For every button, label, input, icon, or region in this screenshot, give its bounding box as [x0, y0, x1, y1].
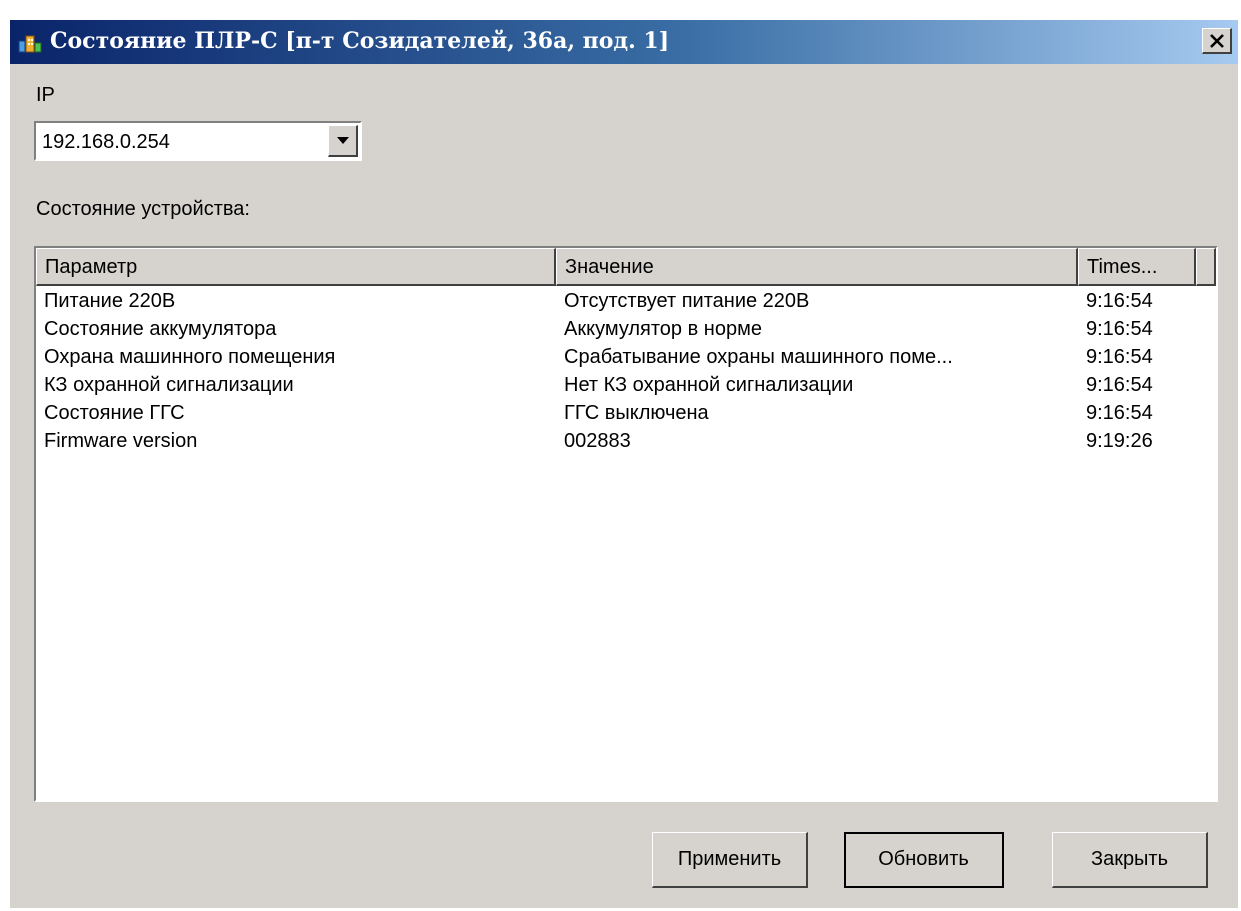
network-building-icon	[18, 31, 42, 53]
device-status-list[interactable]: Параметр Значение Times... Питание 220В …	[34, 246, 1218, 802]
row-param: Питание 220В	[44, 290, 176, 312]
row-time: 9:16:54	[1086, 374, 1153, 396]
column-header-time[interactable]: Times...	[1078, 248, 1196, 286]
list-row[interactable]: Firmware version 002883 9:19:26	[36, 428, 1216, 456]
row-value: Аккумулятор в норме	[564, 318, 762, 340]
refresh-button[interactable]: Обновить	[844, 832, 1004, 888]
list-row[interactable]: Охрана машинного помещения Срабатывание …	[36, 344, 1216, 372]
ip-select[interactable]: 192.168.0.254	[34, 121, 362, 161]
column-header-value[interactable]: Значение	[556, 248, 1078, 286]
row-time: 9:19:26	[1086, 430, 1153, 452]
row-value: 002883	[564, 430, 631, 452]
window-title: Состояние ПЛР-С [п-т Созидателей, 36а, п…	[50, 28, 670, 54]
row-value: Отсутствует питание 220В	[564, 290, 810, 312]
ip-dropdown-button[interactable]	[328, 125, 358, 157]
row-param: Охрана машинного помещения	[44, 346, 336, 368]
row-time: 9:16:54	[1086, 318, 1153, 340]
device-status-label: Состояние устройства:	[36, 198, 250, 220]
row-time: 9:16:54	[1086, 290, 1153, 312]
close-window-button[interactable]	[1202, 28, 1232, 54]
list-row[interactable]: Состояние аккумулятора Аккумулятор в нор…	[36, 316, 1216, 344]
row-value: ГГС выключена	[564, 402, 709, 424]
close-x-icon	[1210, 34, 1224, 48]
dialog-window: Состояние ПЛР-С [п-т Созидателей, 36а, п…	[10, 20, 1238, 908]
row-value: Срабатывание охраны машинного поме...	[564, 346, 953, 368]
list-body: Питание 220В Отсутствует питание 220В 9:…	[36, 288, 1216, 456]
list-row[interactable]: КЗ охранной сигнализации Нет КЗ охранной…	[36, 372, 1216, 400]
close-button[interactable]: Закрыть	[1052, 832, 1208, 888]
title-bar[interactable]: Состояние ПЛР-С [п-т Созидателей, 36а, п…	[10, 20, 1238, 64]
row-param: Firmware version	[44, 430, 198, 452]
column-header-param[interactable]: Параметр	[36, 248, 556, 286]
row-time: 9:16:54	[1086, 346, 1153, 368]
ip-label: IP	[36, 84, 55, 106]
row-param: Состояние аккумулятора	[44, 318, 277, 340]
row-time: 9:16:54	[1086, 402, 1153, 424]
ip-select-value: 192.168.0.254	[42, 131, 170, 153]
list-row[interactable]: Питание 220В Отсутствует питание 220В 9:…	[36, 288, 1216, 316]
list-header: Параметр Значение Times...	[36, 248, 1216, 286]
row-value: Нет КЗ охранной сигнализации	[564, 374, 854, 396]
list-row[interactable]: Состояние ГГС ГГС выключена 9:16:54	[36, 400, 1216, 428]
row-param: КЗ охранной сигнализации	[44, 374, 294, 396]
row-param: Состояние ГГС	[44, 402, 185, 424]
column-header-filler	[1196, 248, 1216, 286]
triangle-down-icon	[337, 137, 349, 144]
apply-button[interactable]: Применить	[652, 832, 808, 888]
